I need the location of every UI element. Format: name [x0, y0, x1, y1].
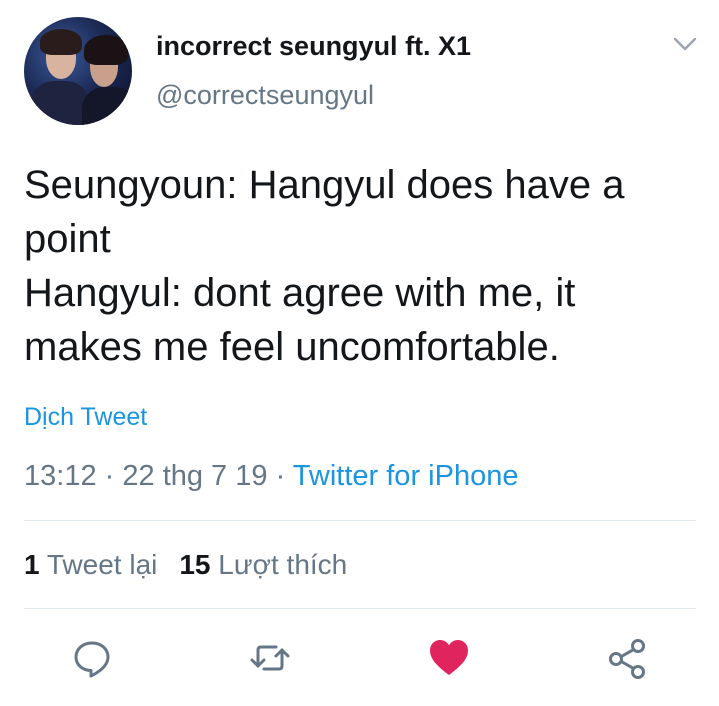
- tweet-text: Seungyoun: Hangyul does have a point Han…: [24, 158, 704, 374]
- retweets-stat[interactable]: 1 Tweet lại: [24, 549, 157, 580]
- author-handle[interactable]: @correctseungyul: [156, 80, 374, 111]
- retweet-count: 1: [24, 549, 40, 580]
- like-count: 15: [179, 549, 211, 580]
- avatar-figure-right: [82, 87, 132, 125]
- tweet-text-line: Seungyoun: Hangyul does have a: [24, 163, 625, 207]
- author-name[interactable]: incorrect seungyul ft. X1: [156, 31, 471, 62]
- engagement-stats: 1 Tweet lại 15 Lượt thích: [24, 549, 347, 581]
- divider: [24, 608, 696, 609]
- likes-stat[interactable]: 15 Lượt thích: [179, 549, 347, 580]
- chevron-down-icon[interactable]: [672, 34, 698, 54]
- avatar-hair-right: [84, 35, 128, 65]
- meta-separator: ·: [104, 460, 115, 492]
- avatar-hair-left: [40, 29, 82, 55]
- tweet-meta: 13:12 · 22 thg 7 19 · Twitter for iPhone: [24, 460, 518, 493]
- retweet-label: Tweet lại: [46, 549, 158, 580]
- tweet-text-line: Hangyul: dont agree with me, it: [24, 271, 576, 315]
- share-icon[interactable]: [606, 636, 650, 680]
- tweet-actions: [0, 630, 719, 690]
- reply-icon[interactable]: [70, 636, 114, 680]
- tweet-text-line: point: [24, 217, 111, 261]
- like-label: Lượt thích: [218, 549, 348, 580]
- heart-icon[interactable]: [427, 636, 471, 680]
- tweet-source-link[interactable]: Twitter for iPhone: [293, 460, 519, 492]
- retweet-icon[interactable]: [248, 636, 292, 680]
- tweet-time: 13:12: [24, 460, 97, 492]
- meta-separator: ·: [275, 460, 286, 492]
- author-avatar[interactable]: [24, 17, 132, 125]
- divider: [24, 520, 696, 521]
- avatar-figure-left: [30, 81, 90, 125]
- tweet-date: 22 thg 7 19: [122, 460, 268, 492]
- tweet-text-line: makes me feel uncomfortable.: [24, 325, 560, 369]
- translate-tweet-link[interactable]: Dịch Tweet: [24, 403, 147, 432]
